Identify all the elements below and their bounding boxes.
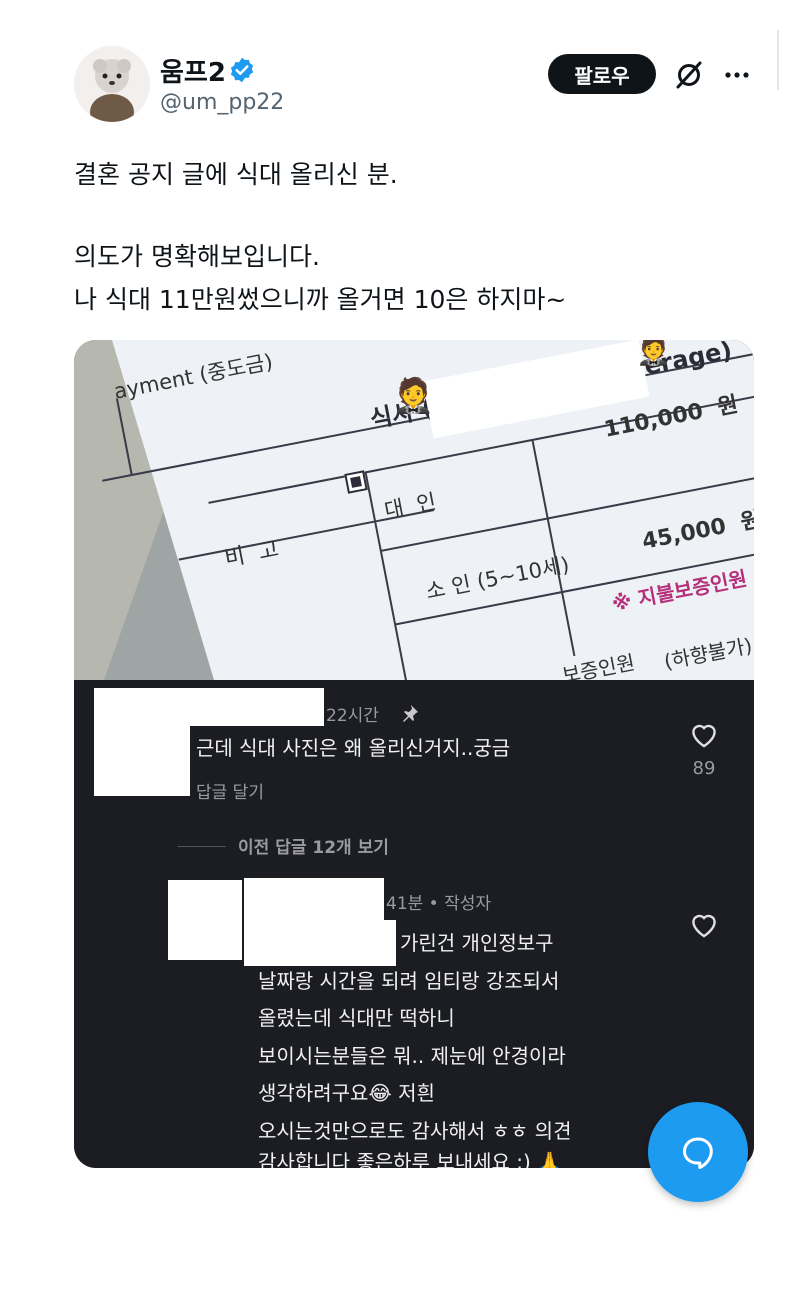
checkbox-icon	[344, 470, 368, 494]
comment-line-7: 감사합니다 좋은하루 보내세요 :) 🙏	[258, 1150, 563, 1168]
handle[interactable]: @um_pp22	[160, 90, 284, 115]
comment-line-4: 보이시는분들은 뭐.. 제눈에 안경이라	[258, 1044, 566, 1068]
heart-icon	[692, 724, 716, 748]
reply-bubble-icon	[683, 1137, 713, 1169]
scrollbar-edge	[777, 30, 779, 90]
corner-emoji: 🤵	[636, 340, 671, 367]
tweet-text-line-1: 결혼 공지 글에 식대 올리신 분.	[74, 160, 398, 189]
avatar-image	[74, 46, 150, 122]
redacted-username	[244, 878, 384, 966]
comment-time: 22시간	[326, 706, 379, 726]
pin-icon	[403, 705, 418, 722]
reply-link: 답글 달기	[196, 783, 264, 803]
tweet-text-line-2: 의도가 명확해보입니다.	[74, 242, 320, 271]
view-replies-link: 이전 답글 12개 보기	[238, 838, 389, 858]
tweet-text-line-3: 나 식대 11만원썼으니까 올거면 10은 하지마~	[74, 285, 567, 314]
display-name[interactable]: 움프2	[160, 52, 226, 89]
menu-price-photo: ayment (중도금) 식사 (Food) / 음료 (Beverage) 비…	[74, 340, 754, 680]
comment-line-2: 날짜랑 시간을 되려 임티랑 강조되서	[258, 969, 560, 993]
reply-button[interactable]	[648, 1102, 748, 1202]
comment-line-3: 올렸는데 식대만 떡하니	[258, 1006, 455, 1030]
heart-icon	[692, 914, 716, 938]
replies-divider	[178, 846, 226, 847]
redacted-avatar	[94, 688, 190, 796]
comment-text: 근데 식대 사진은 왜 올리신거지..궁금	[196, 736, 511, 760]
redacted-extra	[384, 920, 396, 966]
redacted-avatar	[168, 880, 242, 960]
comment-line-1: 가린건 개인정보구	[400, 931, 554, 955]
avatar[interactable]	[74, 46, 150, 122]
tweet-media[interactable]: ayment (중도금) 식사 (Food) / 음료 (Beverage) 비…	[74, 340, 754, 1168]
man-emoji: 🤵	[392, 376, 435, 416]
comment-time: 41분 • 작성자	[386, 894, 492, 914]
follow-button[interactable]: 팔로우	[548, 54, 656, 94]
comment-line-6: 오시는것만으로도 감사해서 ㅎㅎ 의견	[258, 1119, 572, 1143]
verified-badge-icon	[230, 57, 254, 83]
grok-icon[interactable]	[674, 60, 704, 90]
more-options-icon[interactable]	[722, 60, 752, 90]
comment-line-5: 생각하려구요😂 저흰	[258, 1081, 435, 1105]
comments-screenshot: 22시간 근데 식대 사진은 왜 올리신거지..궁금 답글 달기 89 이전 답…	[74, 680, 754, 1168]
like-count: 89	[692, 758, 716, 779]
